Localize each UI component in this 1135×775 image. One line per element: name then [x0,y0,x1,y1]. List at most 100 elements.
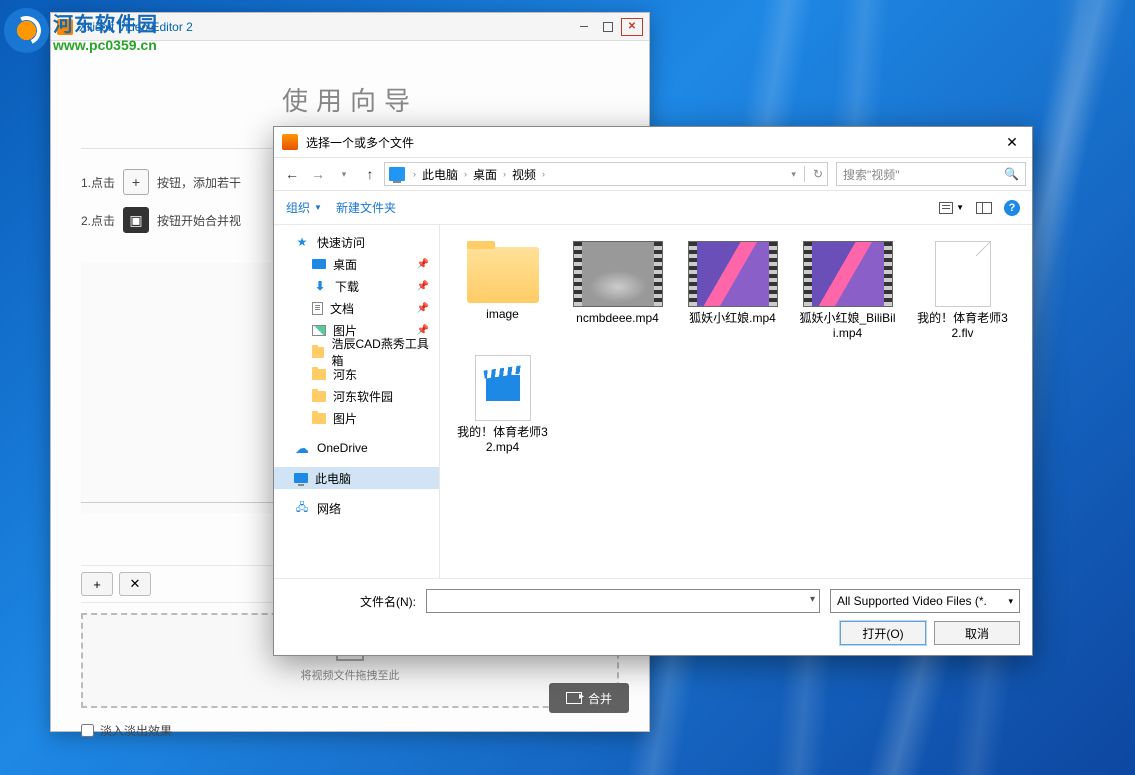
video-thumbnail [803,241,893,307]
forward-button[interactable]: → [306,162,330,186]
merge-button[interactable]: 合并 [549,683,629,713]
file-label: 我的！体育老师32.mp4 [454,425,551,455]
fade-option: 淡入淡出效果 [81,722,619,739]
crumb-video[interactable]: 视频 [508,166,540,183]
video-thumbnail [573,241,663,307]
step2-prefix: 2.点击 [81,212,115,229]
filename-label: 文件名(N): [286,593,416,610]
folder-icon [312,347,324,358]
sidebar-documents[interactable]: 文档📌 [274,297,439,319]
folder-icon [467,247,539,303]
mp4-file-icon [475,355,531,421]
file-label: 狐妖小红娘_BiliBili.mp4 [799,311,896,341]
close-button[interactable] [621,18,643,36]
file-open-dialog: 选择一个或多个文件 ✕ ← → ▾ ↑ › 此电脑 › 桌面 › 视频 › ▾↻… [273,126,1033,656]
fade-checkbox[interactable] [81,724,94,737]
pc-icon [294,473,308,483]
folder-icon [312,369,326,380]
minimize-button[interactable] [573,18,595,36]
view-mode-button[interactable]: ▼ [939,202,964,214]
dialog-sidebar: 快速访问 桌面📌 下载📌 文档📌 图片📌 浩辰CAD燕秀工具箱 河东 河东软件园… [274,225,440,578]
folder-icon [312,413,326,424]
add-button-icon[interactable]: + [123,169,149,195]
breadcrumb[interactable]: › 此电脑 › 桌面 › 视频 › ▾↻ [384,162,828,186]
file-label: 狐妖小红娘.mp4 [689,311,776,326]
star-icon [294,235,310,249]
cancel-button[interactable]: 取消 [934,621,1020,645]
dialog-nav: ← → ▾ ↑ › 此电脑 › 桌面 › 视频 › ▾↻ 搜索"视频" 🔍 [274,157,1032,191]
file-item-video[interactable]: 狐妖小红娘.mp4 [680,237,785,345]
sidebar-downloads[interactable]: 下载📌 [274,275,439,297]
video-thumbnail [688,241,778,307]
dialog-close-button[interactable]: ✕ [994,129,1030,155]
crumb-desktop[interactable]: 桌面 [469,166,501,183]
pin-icon: 📌 [417,259,429,270]
search-placeholder: 搜索"视频" [843,166,900,183]
back-button[interactable]: ← [280,162,304,186]
sidebar-this-pc[interactable]: 此电脑 [274,467,439,489]
pin-icon: 📌 [417,325,429,336]
breadcrumb-dropdown[interactable]: ▾ [791,169,796,180]
maximize-button[interactable] [597,18,619,36]
file-item-flv[interactable]: 我的！体育老师32.flv [910,237,1015,345]
watermark-cn: 河东软件园 [53,8,158,37]
dialog-titlebar[interactable]: 选择一个或多个文件 ✕ [274,127,1032,157]
merge-icon [566,692,582,704]
sidebar-folder-2[interactable]: 河东软件园 [274,385,439,407]
sidebar-quick-access[interactable]: 快速访问 [274,231,439,253]
merge-button-icon[interactable]: ▣ [123,207,149,233]
sidebar-desktop[interactable]: 桌面📌 [274,253,439,275]
dialog-bottom: 文件名(N): ▾ All Supported Video Files (*.▾… [274,578,1032,655]
help-button[interactable]: ? [1004,200,1020,216]
picture-icon [312,325,326,336]
wizard-title: 使用向导 [81,81,619,118]
desktop-icon [312,259,326,269]
crumb-pc[interactable]: 此电脑 [418,166,462,183]
file-type-filter[interactable]: All Supported Video Files (*.▾ [830,589,1020,613]
fade-label: 淡入淡出效果 [100,722,172,739]
download-icon [312,279,328,293]
dialog-title: 选择一个或多个文件 [306,134,994,151]
file-label: 我的！体育老师32.flv [914,311,1011,341]
up-button[interactable]: ↑ [358,162,382,186]
search-input[interactable]: 搜索"视频" 🔍 [836,162,1026,186]
sidebar-folder-0[interactable]: 浩辰CAD燕秀工具箱 [274,341,439,363]
folder-icon [312,391,326,402]
step2-suffix: 按钮开始合并视 [157,212,241,229]
pc-icon [389,167,405,181]
file-label: ncmbdeee.mp4 [576,311,659,326]
file-label: image [486,307,519,322]
file-item-mp4[interactable]: 我的！体育老师32.mp4 [450,351,555,459]
organize-menu[interactable]: 组织▼ [286,199,322,216]
watermark: 河东软件园 www.pc0359.cn [4,8,158,53]
pin-icon: 📌 [417,281,429,292]
step1-suffix: 按钮，添加若干 [157,174,241,191]
refresh-icon[interactable]: ↻ [813,167,823,181]
remove-clip-button[interactable]: ✕ [119,572,151,596]
sidebar-network[interactable]: 网络 [274,497,439,519]
filename-input[interactable]: ▾ [426,589,820,613]
watermark-logo [4,8,49,53]
dialog-toolbar: 组织▼ 新建文件夹 ▼ ? [274,191,1032,225]
step1-prefix: 1.点击 [81,174,115,191]
onedrive-icon [294,441,310,455]
sidebar-folder-3[interactable]: 图片 [274,407,439,429]
file-item-video[interactable]: ncmbdeee.mp4 [565,237,670,345]
dialog-icon [282,134,298,150]
file-item-video[interactable]: 狐妖小红娘_BiliBili.mp4 [795,237,900,345]
dropzone-text: 将视频文件拖拽至此 [301,667,400,683]
pin-icon: 📌 [417,303,429,314]
document-icon [312,302,323,315]
add-clip-button[interactable]: + [81,572,113,596]
file-list[interactable]: image ncmbdeee.mp4 狐妖小红娘.mp4 狐妖小红娘_BiliB… [440,225,1032,578]
sidebar-onedrive[interactable]: OneDrive [274,437,439,459]
file-item-folder[interactable]: image [450,237,555,345]
preview-pane-button[interactable] [976,202,992,214]
search-icon: 🔍 [1004,167,1019,181]
network-icon [294,501,310,515]
new-folder-button[interactable]: 新建文件夹 [336,199,396,216]
merge-label: 合并 [588,690,612,707]
open-button[interactable]: 打开(O) [840,621,926,645]
generic-file-icon [935,241,991,307]
recent-dropdown[interactable]: ▾ [332,162,356,186]
